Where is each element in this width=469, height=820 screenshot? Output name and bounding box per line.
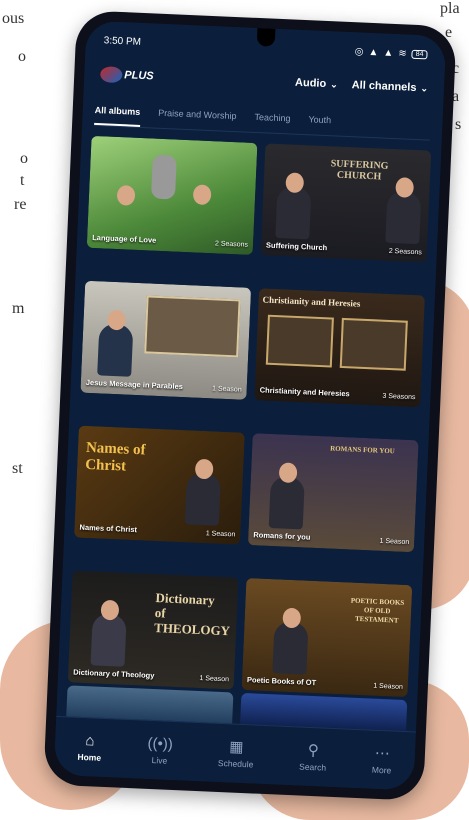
album-art-text: POETIC BOOKS OF OLD TESTAMENT xyxy=(350,596,405,625)
album-seasons: 2 Seasons xyxy=(388,247,422,257)
app-logo[interactable]: PLUS xyxy=(99,66,154,84)
painting-image xyxy=(144,295,241,358)
album-seasons: 1 Season xyxy=(205,530,236,539)
signal-icon: ▲ xyxy=(368,46,379,58)
album-card[interactable]: POETIC BOOKS OF OLD TESTAMENT Poetic Boo… xyxy=(241,578,413,698)
nav-label: Schedule xyxy=(217,757,254,769)
schedule-icon: ▦ xyxy=(228,737,244,756)
album-card[interactable]: SUFFERING CHURCH Suffering Church 2 Seas… xyxy=(260,143,432,263)
app-header: PLUS Audio ⌄ All channels ⌄ xyxy=(99,57,429,105)
tab-all-albums[interactable]: All albums xyxy=(94,98,141,127)
album-grid: Language of Love 2 Seasons SUFFERING CHU… xyxy=(67,135,432,720)
chevron-down-icon: ⌄ xyxy=(420,82,429,93)
nav-search[interactable]: ⚲ Search xyxy=(298,741,327,773)
category-tabs: All albums Praise and Worship Teaching Y… xyxy=(94,98,431,141)
search-icon: ⚲ xyxy=(307,741,320,759)
home-icon: ⌂ xyxy=(85,731,95,750)
album-card[interactable]: ROMANS FOR YOU Romans for you 1 Season xyxy=(247,433,419,553)
album-card[interactable]: Dictionary of THEOLOGY Dictionary of The… xyxy=(67,570,239,690)
more-icon: ⋯ xyxy=(374,744,391,762)
host-figure xyxy=(90,613,127,667)
signal-icon: ▲ xyxy=(383,46,394,59)
album-seasons: 2 Seasons xyxy=(214,240,249,249)
wifi-icon: ≋ xyxy=(398,47,407,59)
nav-more[interactable]: ⋯ More xyxy=(371,744,393,776)
background-text-left: m xyxy=(12,300,25,317)
video-frame xyxy=(265,314,334,368)
tab-teaching[interactable]: Teaching xyxy=(254,106,291,134)
tab-praise-and-worship[interactable]: Praise and Worship xyxy=(158,102,237,131)
background-text-left: o xyxy=(18,48,26,65)
album-art-text: Names of Christ xyxy=(84,439,146,475)
nav-schedule[interactable]: ▦ Schedule xyxy=(218,738,255,769)
nav-label: Live xyxy=(151,754,168,766)
live-icon: ((•)) xyxy=(147,734,174,753)
phone-frame: 3:50 PM ◎ ▲ ▲ ≋ 84 PLUS Audio ⌄ All chan… xyxy=(43,10,457,801)
logo-text: PLUS xyxy=(124,69,154,83)
tab-youth[interactable]: Youth xyxy=(308,108,332,135)
background-text-left: st xyxy=(12,460,23,477)
chevron-down-icon: ⌄ xyxy=(330,78,338,90)
album-card[interactable]: Names of Christ Names of Christ 1 Season xyxy=(74,425,245,545)
nav-label: More xyxy=(371,764,392,776)
background-text-left: t xyxy=(20,172,25,189)
channels-selector[interactable]: All channels ⌄ xyxy=(351,79,428,94)
status-time: 3:50 PM xyxy=(103,34,142,48)
album-seasons: 1 Season xyxy=(199,675,230,684)
background-text-right: s xyxy=(455,116,462,133)
host-figure xyxy=(385,190,422,245)
alarm-icon: ◎ xyxy=(354,45,364,58)
audio-selector[interactable]: Audio ⌄ xyxy=(295,77,338,91)
background-text-left: re xyxy=(14,196,27,213)
host-figure xyxy=(275,185,312,240)
background-text-left: o xyxy=(20,150,28,167)
phone: 3:50 PM ◎ ▲ ▲ ≋ 84 PLUS Audio ⌄ All chan… xyxy=(43,10,457,801)
battery-icon: 84 xyxy=(411,49,428,59)
album-seasons: 3 Seasons xyxy=(382,392,416,402)
nav-label: Home xyxy=(77,751,102,763)
host-figure xyxy=(268,475,305,530)
host-figure xyxy=(272,621,309,675)
logo-mark-icon xyxy=(99,66,123,84)
nav-home[interactable]: ⌂ Home xyxy=(77,731,102,763)
background-text-right: pla xyxy=(440,0,460,17)
album-art-text: SUFFERING CHURCH xyxy=(330,158,389,183)
album-card[interactable]: Christianity and Heresies Christianity a… xyxy=(254,288,425,408)
video-frame xyxy=(339,317,408,371)
host-figure xyxy=(184,472,221,526)
album-seasons: 1 Season xyxy=(211,385,242,394)
host-figure xyxy=(97,323,134,377)
background-text-left: ous xyxy=(2,10,25,27)
album-card[interactable]: Language of Love 2 Seasons xyxy=(86,135,258,255)
app-screen: 3:50 PM ◎ ▲ ▲ ≋ 84 PLUS Audio ⌄ All chan… xyxy=(53,20,447,791)
nav-live[interactable]: ((•)) Live xyxy=(147,734,174,766)
album-seasons: 1 Season xyxy=(379,537,410,547)
microphone-icon xyxy=(150,154,177,200)
album-art-text: Dictionary of THEOLOGY xyxy=(153,590,231,639)
nav-label: Search xyxy=(298,760,327,773)
album-card[interactable]: Jesus Message in Parables 1 Season xyxy=(80,280,252,400)
audio-label: Audio xyxy=(294,76,327,91)
album-seasons: 1 Season xyxy=(373,682,404,691)
channels-label: All channels xyxy=(351,79,417,94)
